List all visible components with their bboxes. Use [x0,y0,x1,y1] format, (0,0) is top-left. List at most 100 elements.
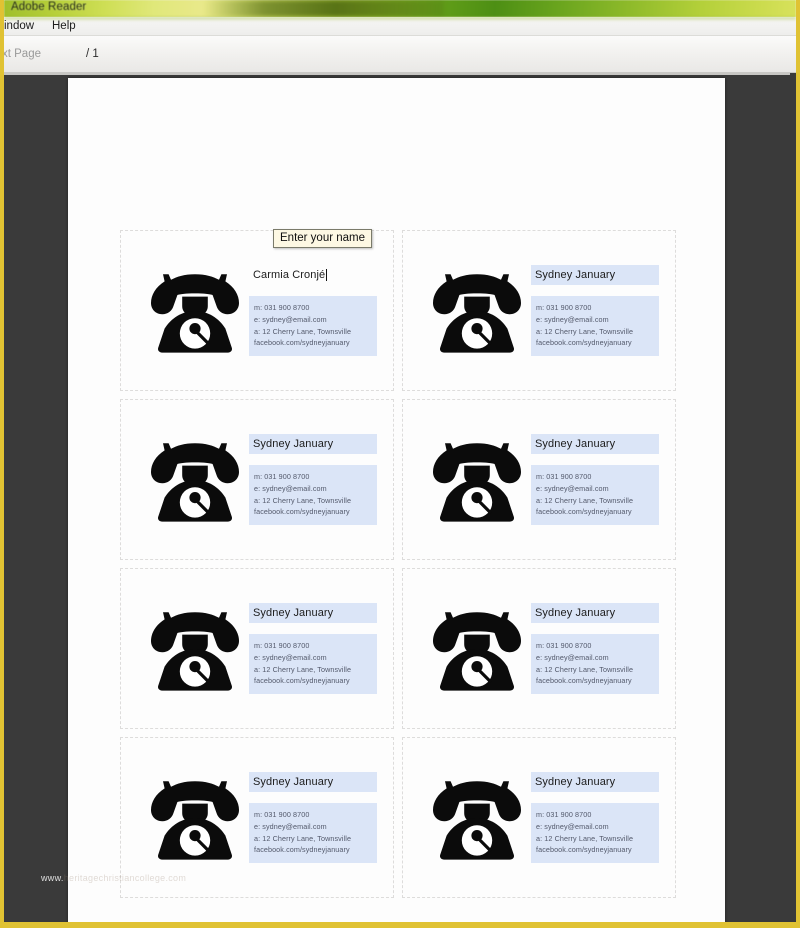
telephone-icon [147,607,243,691]
business-card-content: Carmia Cronjé m: 031 900 8700 e: sydney@em… [121,231,393,390]
business-card: Sydney January m: 031 900 8700 e: sydney@e… [402,399,676,560]
business-card: Sydney January m: 031 900 8700 e: sydney@e… [120,568,394,729]
name-value: Sydney January [535,269,616,282]
business-card: Sydney January m: 031 900 8700 e: sydney@e… [402,737,676,898]
email-line: e: sydney@email.com [254,652,327,662]
app-title: Adobe Reader [11,1,87,13]
mobile-line: m: 031 900 8700 [536,472,592,482]
facebook-line: facebook.com/sydneyjanuary [536,845,632,855]
business-card-content: Sydney January m: 031 900 8700 e: sydney@e… [121,569,393,728]
menu-bar: indow Help [4,17,796,36]
business-card-text: Sydney January m: 031 900 8700 e: sydney@e… [531,265,659,356]
facebook-line: facebook.com/sydneyjanuary [536,338,632,348]
name-value: Sydney January [535,607,616,620]
document-viewport[interactable]: Carmia Cronjé m: 031 900 8700 e: sydney@em… [4,73,796,922]
business-card-text: Carmia Cronjé m: 031 900 8700 e: sydney@em… [249,265,377,356]
name-form-field[interactable]: Sydney January [249,603,377,624]
name-value: Sydney January [535,438,616,451]
address-line: a: 12 Cherry Lane, Townsville [254,664,352,674]
address-line: a: 12 Cherry Lane, Townsville [536,833,634,843]
facebook-line: facebook.com/sydneyjanuary [536,676,632,686]
name-value: Sydney January [253,776,334,789]
contact-details-field[interactable]: m: 031 900 8700 e: sydney@email.com a: 12 … [531,803,659,863]
watermark-text: heritagechristiancollege.com [63,873,187,883]
facebook-line: facebook.com/sydneyjanuary [254,338,350,348]
telephone-icon [147,269,243,353]
business-card-text: Sydney January m: 031 900 8700 e: sydney@e… [249,772,377,863]
title-bar: Adobe Reader [4,0,796,17]
adobe-reader-window: Adobe Reader indow Help xt Page 1 / 1 Zo… [4,0,796,922]
telephone-icon [429,776,525,860]
business-card: Sydney January m: 031 900 8700 e: sydney@e… [120,399,394,560]
contact-details-field[interactable]: m: 031 900 8700 e: sydney@email.com a: 12 … [249,465,377,525]
email-line: e: sydney@email.com [536,821,609,831]
name-form-field[interactable]: Sydney January [531,434,659,455]
viewport-top-rule [4,73,796,75]
name-value: Carmia Cronjé [253,269,326,282]
business-card: Carmia Cronjé m: 031 900 8700 e: sydney@em… [120,230,394,391]
email-line: e: sydney@email.com [254,314,327,324]
mobile-line: m: 031 900 8700 [536,810,592,820]
mobile-line: m: 031 900 8700 [536,303,592,313]
page-watermark: www.heritagechristiancollege.com [41,873,187,883]
email-line: e: sydney@email.com [536,314,609,324]
name-form-field[interactable]: Sydney January [531,772,659,793]
business-card-content: Sydney January m: 031 900 8700 e: sydney@e… [403,231,675,390]
viewport-edge [790,73,796,922]
address-line: a: 12 Cherry Lane, Townsville [254,495,352,505]
name-value: Sydney January [535,776,616,789]
mobile-line: m: 031 900 8700 [254,303,310,313]
business-card: Sydney January m: 031 900 8700 e: sydney@e… [402,230,676,391]
mobile-line: m: 031 900 8700 [254,472,310,482]
email-line: e: sydney@email.com [254,483,327,493]
business-card-text: Sydney January m: 031 900 8700 e: sydney@e… [531,772,659,863]
facebook-line: facebook.com/sydneyjanuary [254,507,350,517]
name-value: Sydney January [253,607,334,620]
business-card-content: Sydney January m: 031 900 8700 e: sydney@e… [403,569,675,728]
name-form-field[interactable]: Carmia Cronjé [249,265,377,286]
contact-details-field[interactable]: m: 031 900 8700 e: sydney@email.com a: 12 … [531,465,659,525]
business-card-text: Sydney January m: 031 900 8700 e: sydney@e… [249,434,377,525]
address-line: a: 12 Cherry Lane, Townsville [536,664,634,674]
tooltip: Enter your name [273,229,373,248]
business-card-content: Sydney January m: 031 900 8700 e: sydney@e… [403,400,675,559]
contact-details-field[interactable]: m: 031 900 8700 e: sydney@email.com a: 12 … [249,634,377,694]
email-line: e: sydney@email.com [536,483,609,493]
address-line: a: 12 Cherry Lane, Townsville [254,833,352,843]
contact-details-field[interactable]: m: 031 900 8700 e: sydney@email.com a: 12 … [531,634,659,694]
text-cursor [326,269,328,282]
email-line: e: sydney@email.com [536,652,609,662]
business-card-content: Sydney January m: 031 900 8700 e: sydney@e… [121,400,393,559]
name-form-field[interactable]: Sydney January [249,772,377,793]
address-line: a: 12 Cherry Lane, Townsville [536,495,634,505]
telephone-icon [429,438,525,522]
page-count-label: / 1 [86,48,99,60]
email-line: e: sydney@email.com [254,821,327,831]
business-card-grid: Carmia Cronjé m: 031 900 8700 e: sydney@em… [120,230,676,898]
business-card-content: Sydney January m: 031 900 8700 e: sydney@e… [403,738,675,897]
business-card-text: Sydney January m: 031 900 8700 e: sydney@e… [531,603,659,694]
menu-item-help[interactable]: Help [48,19,80,33]
next-page-button[interactable]: xt Page [4,48,41,60]
telephone-icon [147,776,243,860]
telephone-icon [429,607,525,691]
contact-details-field[interactable]: m: 031 900 8700 e: sydney@email.com a: 12 … [531,296,659,356]
name-form-field[interactable]: Sydney January [531,603,659,624]
menu-item-window[interactable]: indow [4,19,38,33]
business-card-text: Sydney January m: 031 900 8700 e: sydney@e… [531,434,659,525]
name-form-field[interactable]: Sydney January [531,265,659,286]
telephone-icon [147,438,243,522]
contact-details-field[interactable]: m: 031 900 8700 e: sydney@email.com a: 12 … [249,803,377,863]
contact-details-field[interactable]: m: 031 900 8700 e: sydney@email.com a: 12 … [249,296,377,356]
pdf-page: Carmia Cronjé m: 031 900 8700 e: sydney@em… [41,78,725,922]
mobile-line: m: 031 900 8700 [254,641,310,651]
name-form-field[interactable]: Sydney January [249,434,377,455]
facebook-line: facebook.com/sydneyjanuary [254,845,350,855]
name-value: Sydney January [253,438,334,451]
business-card: Sydney January m: 031 900 8700 e: sydney@e… [402,568,676,729]
address-line: a: 12 Cherry Lane, Townsville [254,326,352,336]
address-line: a: 12 Cherry Lane, Townsville [536,326,634,336]
toolbar: xt Page 1 / 1 Zoom Out Zoom In 74% Scrol… [4,36,796,100]
business-card-text: Sydney January m: 031 900 8700 e: sydney@e… [249,603,377,694]
title-bar-gradient-decoration [204,0,444,17]
